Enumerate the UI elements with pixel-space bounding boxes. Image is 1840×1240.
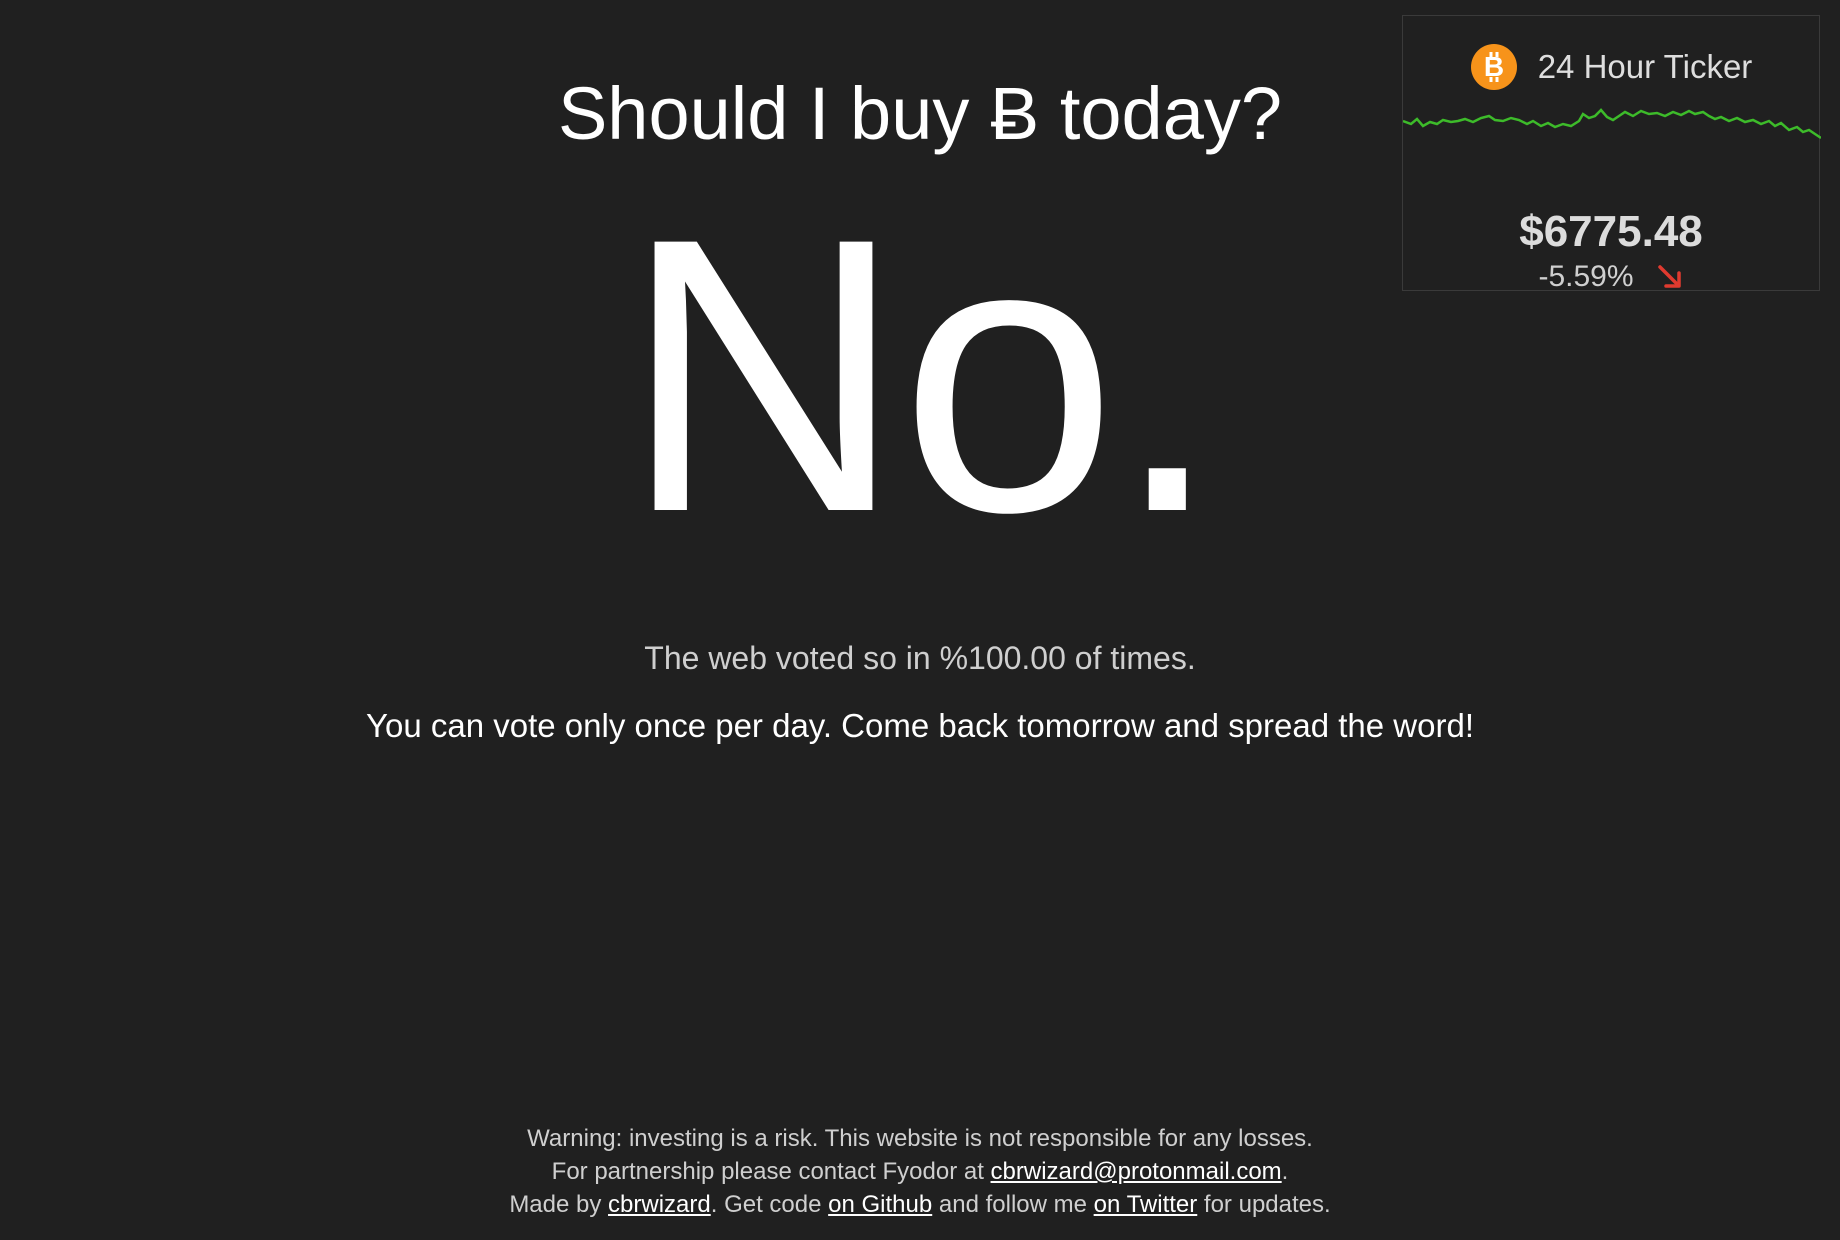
price-sparkline [1403,108,1821,140]
credits-suffix: for updates. [1197,1191,1331,1218]
ticker-change: -5.59% [1538,260,1634,293]
footer-partnership: For partnership please contact Fyodor at… [0,1155,1840,1188]
email-link[interactable]: cbrwizard@protonmail.com [991,1158,1282,1185]
ticker-price: $6775.48 [1519,207,1703,256]
down-right-arrow-icon [1657,265,1681,288]
made-by-prefix: Made by [509,1191,609,1218]
author-link[interactable]: cbrwizard [608,1191,711,1218]
credits-text-2: and follow me [932,1191,1094,1218]
bitcoin-logo-icon: B [1470,44,1517,90]
svg-text:B: B [1484,51,1504,82]
footer-credits: Made by cbrwizard. Get code on Github an… [0,1188,1840,1221]
vote-notice-text: You can vote only once per day. Come bac… [366,707,1474,744]
ticker-header: B 24 Hour Ticker [1403,42,1819,92]
partnership-suffix: . [1281,1158,1289,1185]
vote-result-text: The web voted so in %100.00 of times. [644,640,1196,676]
ticker-widget: B 24 Hour Ticker $6775.48 -5.59% [1402,15,1821,294]
footer: Warning: investing is a risk. This websi… [0,1122,1840,1221]
twitter-link[interactable]: on Twitter [1094,1191,1198,1218]
ticker-change-row: -5.59% [1403,260,1819,294]
page: Should I buy Ƀ today? No. The web voted … [0,0,1840,1240]
credits-text-1: . Get code [710,1191,829,1218]
footer-warning: Warning: investing is a risk. This websi… [527,1125,1313,1152]
partnership-prefix: For partnership please contact Fyodor at [551,1158,991,1185]
github-link[interactable]: on Github [828,1191,932,1218]
ticker-title: 24 Hour Ticker [1537,48,1753,85]
